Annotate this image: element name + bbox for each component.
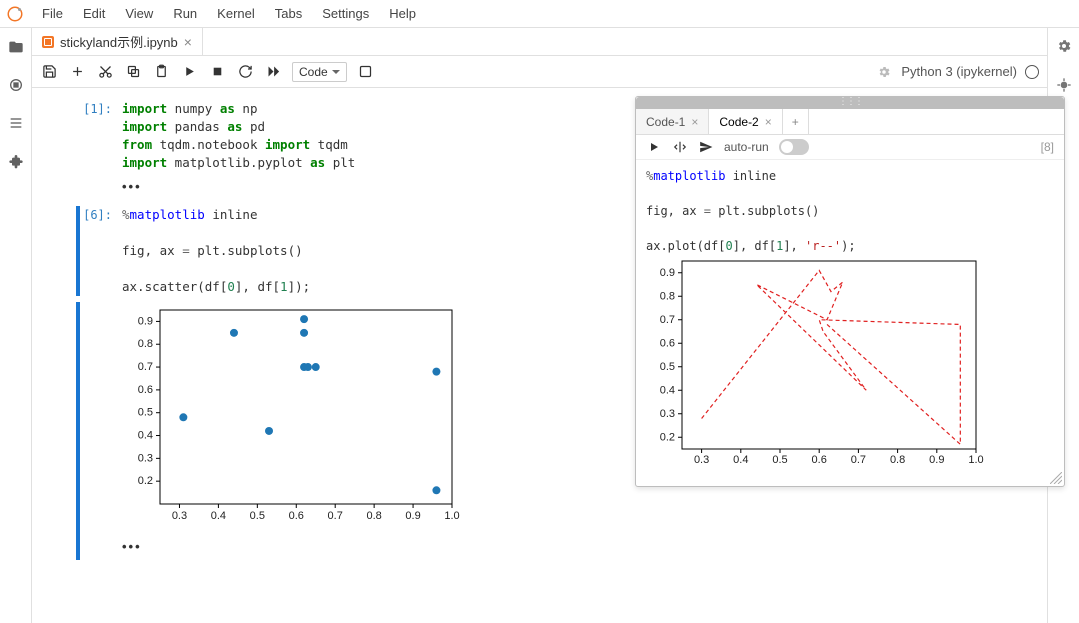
- svg-text:1.0: 1.0: [444, 510, 459, 522]
- svg-text:0.6: 0.6: [660, 337, 675, 349]
- running-icon[interactable]: [7, 76, 25, 94]
- split-icon[interactable]: [672, 139, 688, 155]
- menu-edit[interactable]: Edit: [73, 2, 115, 25]
- cell-type-select[interactable]: Code: [292, 62, 347, 82]
- menu-run[interactable]: Run: [163, 2, 207, 25]
- gears-icon[interactable]: [1056, 38, 1072, 57]
- document-tabbar: stickyland示例.ipynb ×: [32, 28, 1047, 56]
- toolbar-right: Python 3 (ipykernel): [875, 63, 1039, 81]
- collapsed-indicator-2[interactable]: •••: [122, 533, 1027, 560]
- svg-text:0.3: 0.3: [660, 408, 675, 420]
- stop-icon[interactable]: [208, 63, 226, 81]
- sticky-drag-handle[interactable]: [636, 97, 1064, 109]
- copy-icon[interactable]: [124, 63, 142, 81]
- debug-icon[interactable]: [1056, 77, 1072, 96]
- sticky-tab-code2[interactable]: Code-2 ×: [709, 109, 782, 134]
- folder-icon[interactable]: [7, 38, 25, 56]
- sticky-tab-label: Code-2: [719, 115, 758, 129]
- svg-text:0.2: 0.2: [660, 431, 675, 443]
- svg-text:0.5: 0.5: [250, 510, 265, 522]
- sticky-tab-add[interactable]: +: [783, 109, 809, 134]
- svg-text:0.5: 0.5: [660, 361, 675, 373]
- close-icon[interactable]: ×: [765, 115, 772, 129]
- notebook-tab[interactable]: stickyland示例.ipynb ×: [32, 28, 203, 55]
- render-icon[interactable]: [357, 63, 375, 81]
- svg-text:0.8: 0.8: [890, 454, 905, 466]
- svg-text:0.5: 0.5: [138, 407, 153, 419]
- svg-text:0.2: 0.2: [138, 475, 153, 487]
- run-all-icon[interactable]: [264, 63, 282, 81]
- sticky-body: %matplotlib inline fig, ax = plt.subplot…: [636, 160, 1064, 486]
- sticky-panel: Code-1 × Code-2 × + auto-run [8] %matplo…: [635, 96, 1065, 487]
- close-icon[interactable]: ×: [184, 34, 192, 50]
- line-chart: 0.3 0.4 0.5 0.6 0.7 0.8 0.9 1.0 0.2 0.3 0.4 0.5 0.6 0…: [646, 255, 986, 473]
- svg-text:0.7: 0.7: [851, 454, 866, 466]
- svg-text:0.7: 0.7: [328, 510, 343, 522]
- sticky-tab-label: Code-1: [646, 115, 685, 129]
- svg-text:0.6: 0.6: [289, 510, 304, 522]
- restart-icon[interactable]: [236, 63, 254, 81]
- menu-view[interactable]: View: [115, 2, 163, 25]
- kernel-status-icon: [1025, 65, 1039, 79]
- svg-text:0.3: 0.3: [694, 454, 709, 466]
- svg-text:0.6: 0.6: [138, 384, 153, 396]
- menu-file[interactable]: File: [32, 2, 73, 25]
- menu-kernel[interactable]: Kernel: [207, 2, 265, 25]
- svg-text:0.4: 0.4: [138, 430, 153, 442]
- menu-bar: File Edit View Run Kernel Tabs Settings …: [0, 0, 1079, 28]
- svg-text:0.8: 0.8: [660, 290, 675, 302]
- menu-help[interactable]: Help: [379, 2, 426, 25]
- send-icon[interactable]: [698, 139, 714, 155]
- svg-text:0.4: 0.4: [733, 454, 748, 466]
- autorun-toggle[interactable]: [779, 139, 809, 155]
- cell1-prompt: [1]:: [42, 100, 122, 200]
- svg-text:0.9: 0.9: [405, 510, 420, 522]
- add-cell-icon[interactable]: [68, 63, 86, 81]
- svg-text:0.3: 0.3: [172, 510, 187, 522]
- left-activity-bar: [0, 28, 32, 623]
- sticky-toolbar: auto-run [8]: [636, 135, 1064, 160]
- tab-title: stickyland示例.ipynb: [60, 32, 178, 51]
- svg-text:0.4: 0.4: [211, 510, 226, 522]
- sticky-tab-code1[interactable]: Code-1 ×: [636, 109, 709, 134]
- svg-text:0.6: 0.6: [812, 454, 827, 466]
- svg-text:0.9: 0.9: [660, 267, 675, 279]
- notebook-icon: [42, 36, 54, 48]
- paste-icon[interactable]: [152, 63, 170, 81]
- jupyter-logo-icon: [6, 5, 24, 23]
- run-icon[interactable]: [646, 139, 662, 155]
- svg-text:0.7: 0.7: [660, 314, 675, 326]
- toc-icon[interactable]: [7, 114, 25, 132]
- save-icon[interactable]: [40, 63, 58, 81]
- sticky-tabs: Code-1 × Code-2 × +: [636, 109, 1064, 135]
- svg-text:0.7: 0.7: [138, 361, 153, 373]
- menu-tabs[interactable]: Tabs: [265, 2, 312, 25]
- svg-text:0.9: 0.9: [929, 454, 944, 466]
- svg-text:0.8: 0.8: [138, 338, 153, 350]
- kernel-settings-icon[interactable]: [875, 63, 893, 81]
- kernel-name[interactable]: Python 3 (ipykernel): [901, 64, 1017, 79]
- close-icon[interactable]: ×: [691, 115, 698, 129]
- cell2-prompt: [6]:: [42, 206, 122, 297]
- sticky-exec-count: [8]: [1041, 140, 1054, 154]
- svg-text:0.5: 0.5: [772, 454, 787, 466]
- scatter-chart: 0.3 0.4 0.5 0.6 0.7 0.8 0.9 1.0 0.2 0.3 0.4 0.5 0.6 0…: [122, 302, 462, 530]
- autorun-label: auto-run: [724, 140, 769, 154]
- notebook-toolbar: Code Python 3 (ipykernel): [32, 56, 1047, 88]
- svg-text:0.4: 0.4: [660, 384, 675, 396]
- svg-text:0.3: 0.3: [138, 452, 153, 464]
- cut-icon[interactable]: [96, 63, 114, 81]
- sticky-code[interactable]: %matplotlib inline fig, ax = plt.subplot…: [646, 168, 1054, 255]
- extension-icon[interactable]: [7, 152, 25, 170]
- run-icon[interactable]: [180, 63, 198, 81]
- resize-grip-icon[interactable]: [1050, 472, 1062, 484]
- svg-text:0.9: 0.9: [138, 316, 153, 328]
- svg-text:1.0: 1.0: [968, 454, 983, 466]
- svg-text:0.8: 0.8: [366, 510, 381, 522]
- menu-settings[interactable]: Settings: [312, 2, 379, 25]
